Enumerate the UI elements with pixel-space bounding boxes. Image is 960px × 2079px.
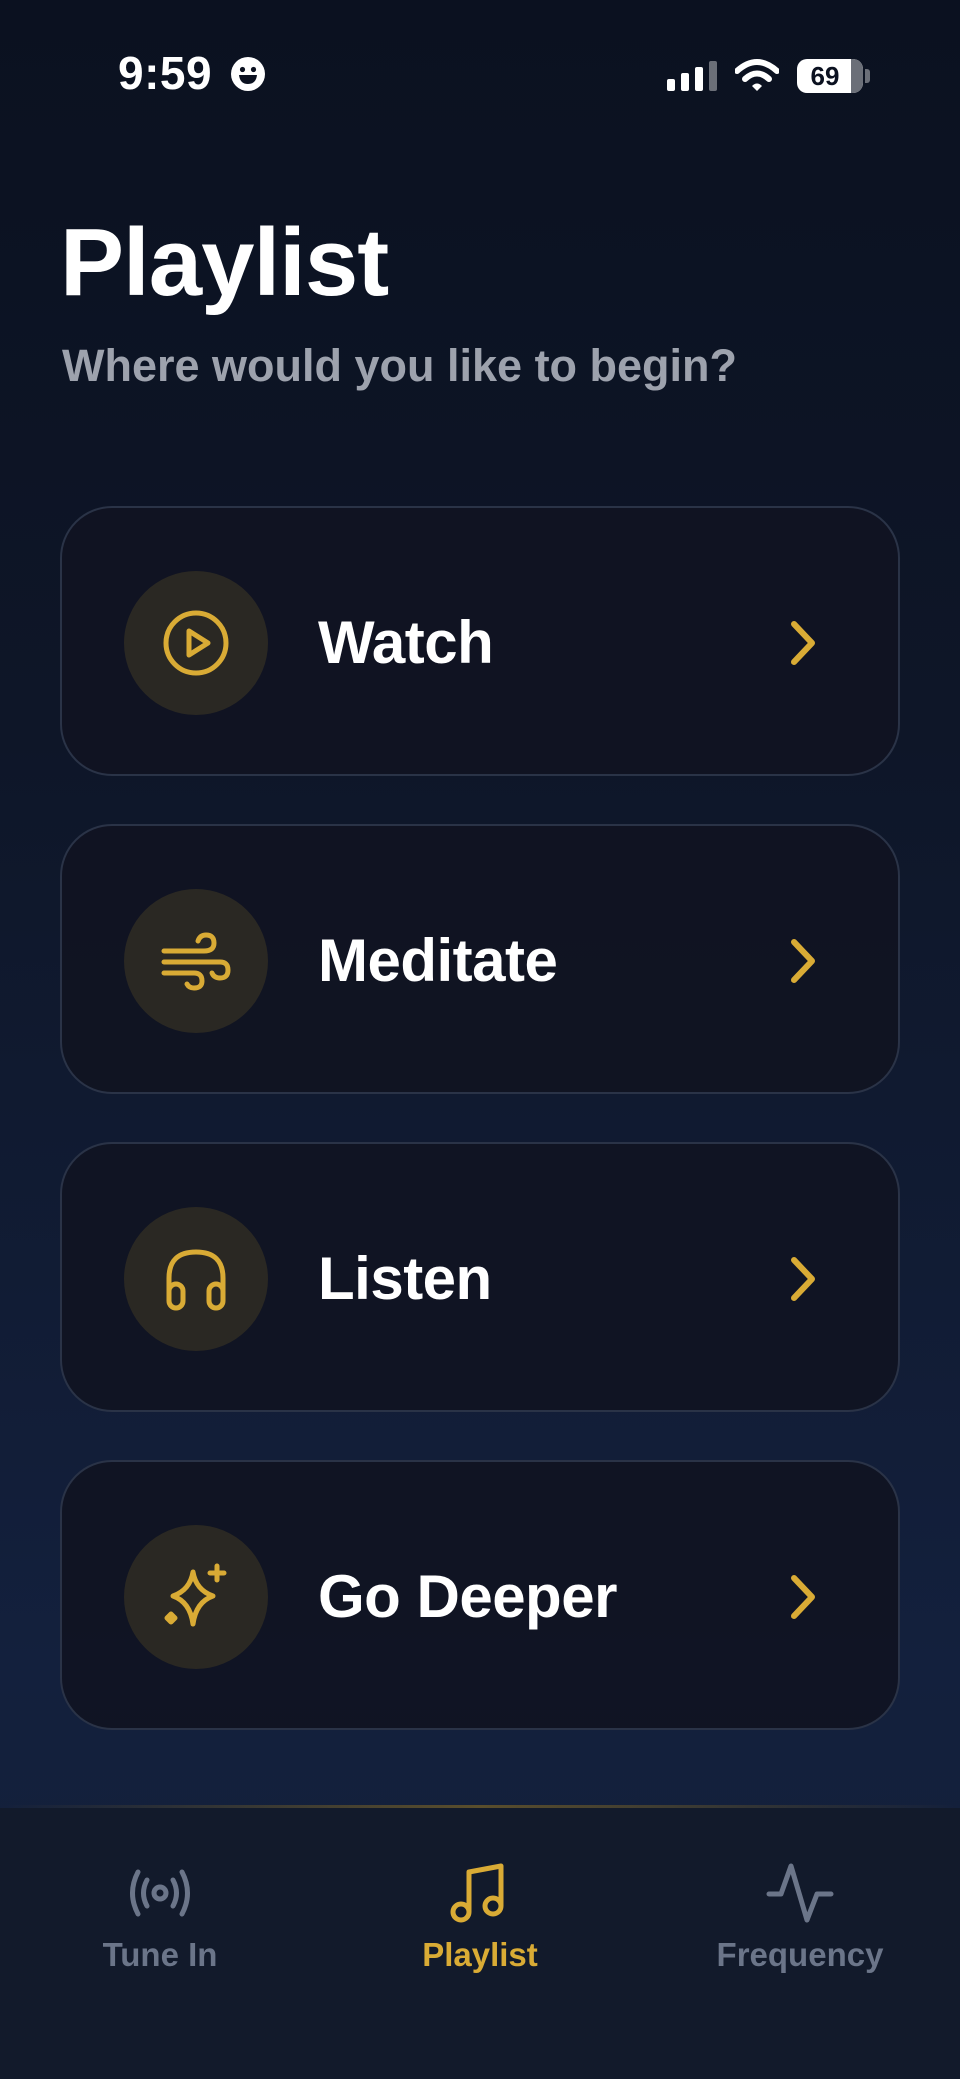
icon-badge (124, 1207, 268, 1351)
chevron-right-icon (791, 621, 815, 665)
card-label: Listen (318, 1245, 492, 1312)
tab-label: Playlist (422, 1936, 538, 1973)
chevron-right-icon (791, 1575, 815, 1619)
status-bar: 9:59 69 (0, 0, 960, 150)
sparkles-icon (164, 1563, 227, 1627)
listen-card[interactable]: Listen (60, 1142, 900, 1412)
wifi-icon (735, 59, 779, 91)
chevron-right-icon (791, 1257, 815, 1301)
card-label: Meditate (318, 927, 558, 994)
music-note-icon (450, 1863, 504, 1923)
battery-level: 69 (810, 60, 840, 91)
tab-bar: Tune In Playlist Frequency (0, 1808, 960, 2079)
card-label: Go Deeper (318, 1563, 617, 1630)
watch-card[interactable]: Watch (60, 506, 900, 776)
tab-playlist[interactable]: Playlist (320, 1858, 640, 1974)
status-time: 9:59 (118, 47, 213, 99)
broadcast-icon (130, 1869, 190, 1917)
smiley-face-icon (231, 57, 265, 91)
icon-badge (124, 1525, 268, 1669)
headphones-icon (166, 1249, 226, 1311)
tab-label: Tune In (102, 1936, 218, 1973)
page-title: Playlist (60, 209, 389, 316)
battery-icon: 69 (797, 59, 863, 93)
icon-badge (124, 571, 268, 715)
go-deeper-card[interactable]: Go Deeper (60, 1460, 900, 1730)
status-indicators: 69 (667, 56, 870, 96)
playlist-categories: Watch Meditate Listen Go Deeper (60, 506, 900, 1778)
card-label: Watch (318, 609, 494, 676)
cellular-signal-icon (667, 61, 717, 91)
tab-frequency[interactable]: Frequency (640, 1858, 960, 1974)
wind-icon (161, 932, 231, 991)
icon-badge (124, 889, 268, 1033)
page-subtitle: Where would you like to begin? (62, 340, 738, 391)
tab-label: Frequency (716, 1936, 884, 1973)
play-circle-icon (163, 610, 229, 676)
activity-wave-icon (766, 1863, 834, 1923)
meditate-card[interactable]: Meditate (60, 824, 900, 1094)
chevron-right-icon (791, 939, 815, 983)
tab-tune-in[interactable]: Tune In (0, 1858, 320, 1974)
